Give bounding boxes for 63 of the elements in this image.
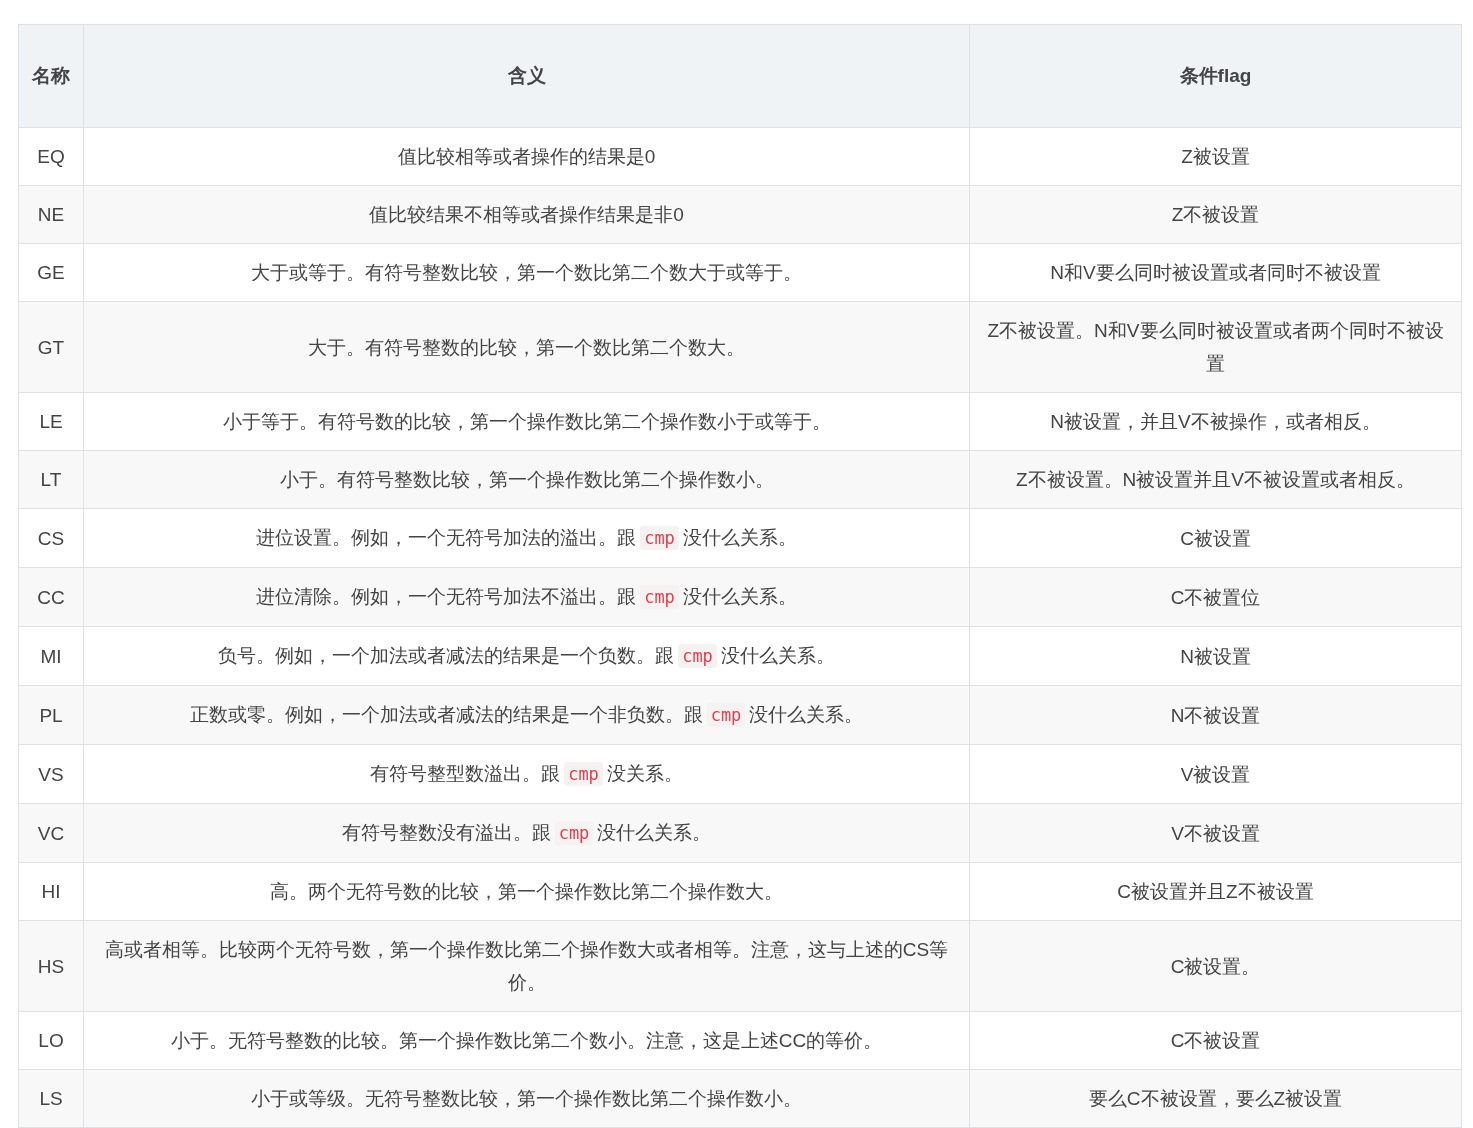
column-header: 含义 — [83, 24, 970, 128]
inline-code: cmp — [706, 703, 746, 727]
table-cell: 要么C不被设置，要么Z被设置 — [969, 1069, 1462, 1128]
cell-text: 没什么关系。 — [597, 822, 712, 843]
cell-text: 有符号整数没有溢出。跟 — [341, 822, 551, 843]
table-cell: GT — [18, 301, 84, 393]
column-header: 条件flag — [969, 24, 1462, 128]
cell-text: 值比较相等或者操作的结果是0 — [397, 146, 656, 167]
cell-text: 进位设置。例如，一个无符号加法的溢出。跟 — [256, 527, 637, 548]
inline-code: cmp — [640, 585, 679, 609]
table-cell: MI — [18, 626, 84, 686]
table-cell: LS — [18, 1069, 84, 1128]
column-header: 名称 — [18, 24, 84, 128]
cell-text: 没什么关系。 — [749, 704, 864, 725]
table-cell: EQ — [18, 127, 84, 186]
table-cell: V被设置 — [969, 744, 1462, 804]
table-cell: N和V要么同时被设置或者同时不被设置 — [969, 243, 1462, 302]
table-cell: PL — [18, 685, 84, 745]
table-cell: C不被设置 — [969, 1011, 1462, 1070]
table-cell: N被设置 — [969, 626, 1462, 686]
table-cell: C被设置并且Z不被设置 — [969, 862, 1462, 921]
table-cell: NE — [18, 185, 84, 244]
inline-code: cmp — [678, 644, 717, 668]
cell-text: 小于等于。有符号数的比较，第一个操作数比第二个操作数小于或等于。 — [222, 411, 831, 432]
inline-code: cmp — [554, 821, 594, 845]
table-cell: V不被设置 — [969, 803, 1462, 863]
table-cell: CS — [18, 508, 84, 568]
cell-text: 小于。有符号整数比较，第一个操作数比第二个操作数小。 — [279, 469, 774, 490]
table-cell: Z不被设置。N被设置并且V不被设置或者相反。 — [969, 450, 1462, 509]
table-cell: C不被置位 — [969, 567, 1462, 627]
table-cell: CC — [18, 567, 84, 627]
cell-text: 小于。无符号整数的比较。第一个操作数比第二个数小。注意，这是上述CC的等价。 — [170, 1030, 883, 1051]
table-cell: LO — [18, 1011, 84, 1070]
inline-code: cmp — [640, 526, 679, 550]
table-cell: HS — [18, 920, 84, 1012]
inline-code: cmp — [564, 762, 603, 786]
table-cell: LT — [18, 450, 84, 509]
table-cell: Z不被设置 — [969, 185, 1462, 244]
cell-text: 有符号整型数溢出。跟 — [370, 763, 561, 784]
cell-text: 负号。例如，一个加法或者减法的结果是一个负数。跟 — [218, 645, 675, 666]
table-cell: LE — [18, 392, 84, 451]
table-cell: Z被设置 — [969, 127, 1462, 186]
table-cell: Z不被设置。N和V要么同时被设置或者两个同时不被设置 — [969, 301, 1462, 393]
cell-text: 大于或等于。有符号整数比较，第一个数比第二个数大于或等于。 — [251, 262, 802, 283]
cell-text: 正数或零。例如，一个加法或者减法的结果是一个非负数。跟 — [189, 704, 703, 725]
table-cell: C被设置 — [969, 508, 1462, 568]
cell-text: 没关系。 — [606, 763, 683, 784]
cell-text: 没什么关系。 — [682, 586, 797, 607]
cell-text: 大于。有符号整数的比较，第一个数比第二个数大。 — [308, 336, 745, 358]
table-cell: C被设置。 — [969, 920, 1462, 1012]
table-cell: N不被设置 — [969, 685, 1462, 745]
table-cell: VC — [18, 803, 84, 863]
table-cell: GE — [18, 243, 84, 302]
cell-text: 高或者相等。比较两个无符号数，第一个操作数比第二个操作数大或者相等。注意，这与上述的CS等价。 — [104, 939, 949, 993]
table-cell: N被设置，并且V不被操作，或者相反。 — [969, 392, 1462, 451]
cell-text: 进位清除。例如，一个无符号加法不溢出。跟 — [256, 586, 637, 607]
cell-text: 没什么关系。 — [682, 527, 797, 548]
cell-text: 值比较结果不相等或者操作结果是非0 — [369, 204, 684, 225]
cell-text: 高。两个无符号数的比较，第一个操作数比第二个操作数大。 — [270, 881, 783, 902]
cell-text: 没什么关系。 — [720, 645, 835, 666]
table-cell: HI — [18, 862, 84, 921]
table-cell: VS — [18, 744, 84, 804]
cell-text: 小于或等级。无符号整数比较，第一个操作数比第二个操作数小。 — [251, 1088, 802, 1109]
